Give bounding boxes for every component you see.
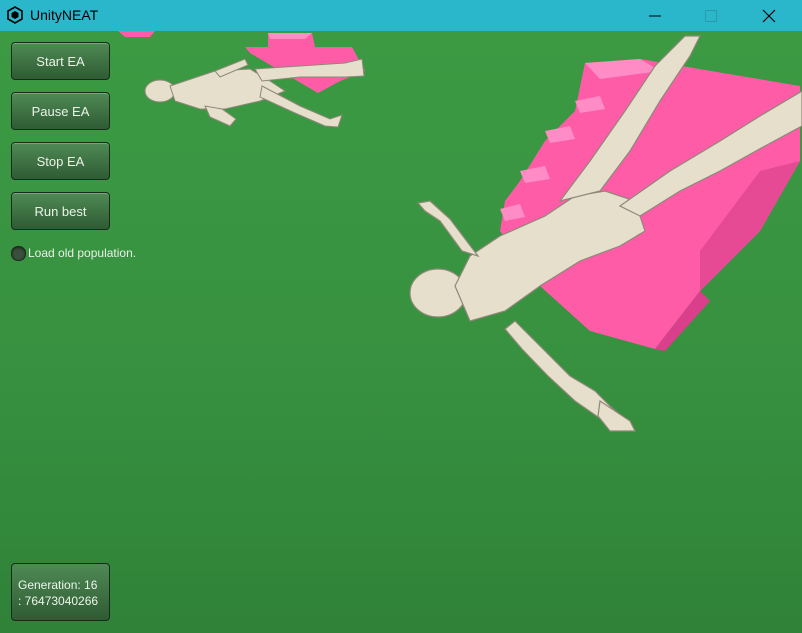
game-viewport[interactable]: Start EA Pause EA Stop EA Run best Load … [0, 31, 802, 633]
stop-ea-button[interactable]: Stop EA [11, 142, 110, 180]
toggle-checkbox[interactable] [11, 245, 26, 261]
maximize-button[interactable] [688, 0, 734, 31]
scene-render [118, 31, 802, 432]
unity-logo-icon [7, 6, 23, 24]
pause-ea-button[interactable]: Pause EA [11, 92, 110, 130]
ragdoll-figure-small [144, 58, 365, 128]
toggle-label: Load old population. [28, 246, 137, 260]
start-ea-button[interactable]: Start EA [11, 42, 110, 80]
maximize-icon [705, 9, 717, 22]
minimize-button[interactable] [632, 0, 678, 31]
generation-status-box: Generation: 16 : 76473040266 [11, 563, 110, 621]
window-titlebar: UnityNEAT [0, 0, 802, 31]
load-population-toggle[interactable]: Load old population. [11, 245, 136, 261]
stairs-sliver [118, 31, 155, 37]
generation-text: Generation: 16 [18, 578, 98, 592]
window-title: UnityNEAT [30, 7, 99, 23]
fitness-text: : 76473040266 [18, 594, 99, 608]
close-button[interactable] [746, 0, 792, 31]
close-icon [762, 9, 776, 22]
minimize-icon [649, 15, 661, 16]
run-best-button[interactable]: Run best [11, 192, 110, 230]
